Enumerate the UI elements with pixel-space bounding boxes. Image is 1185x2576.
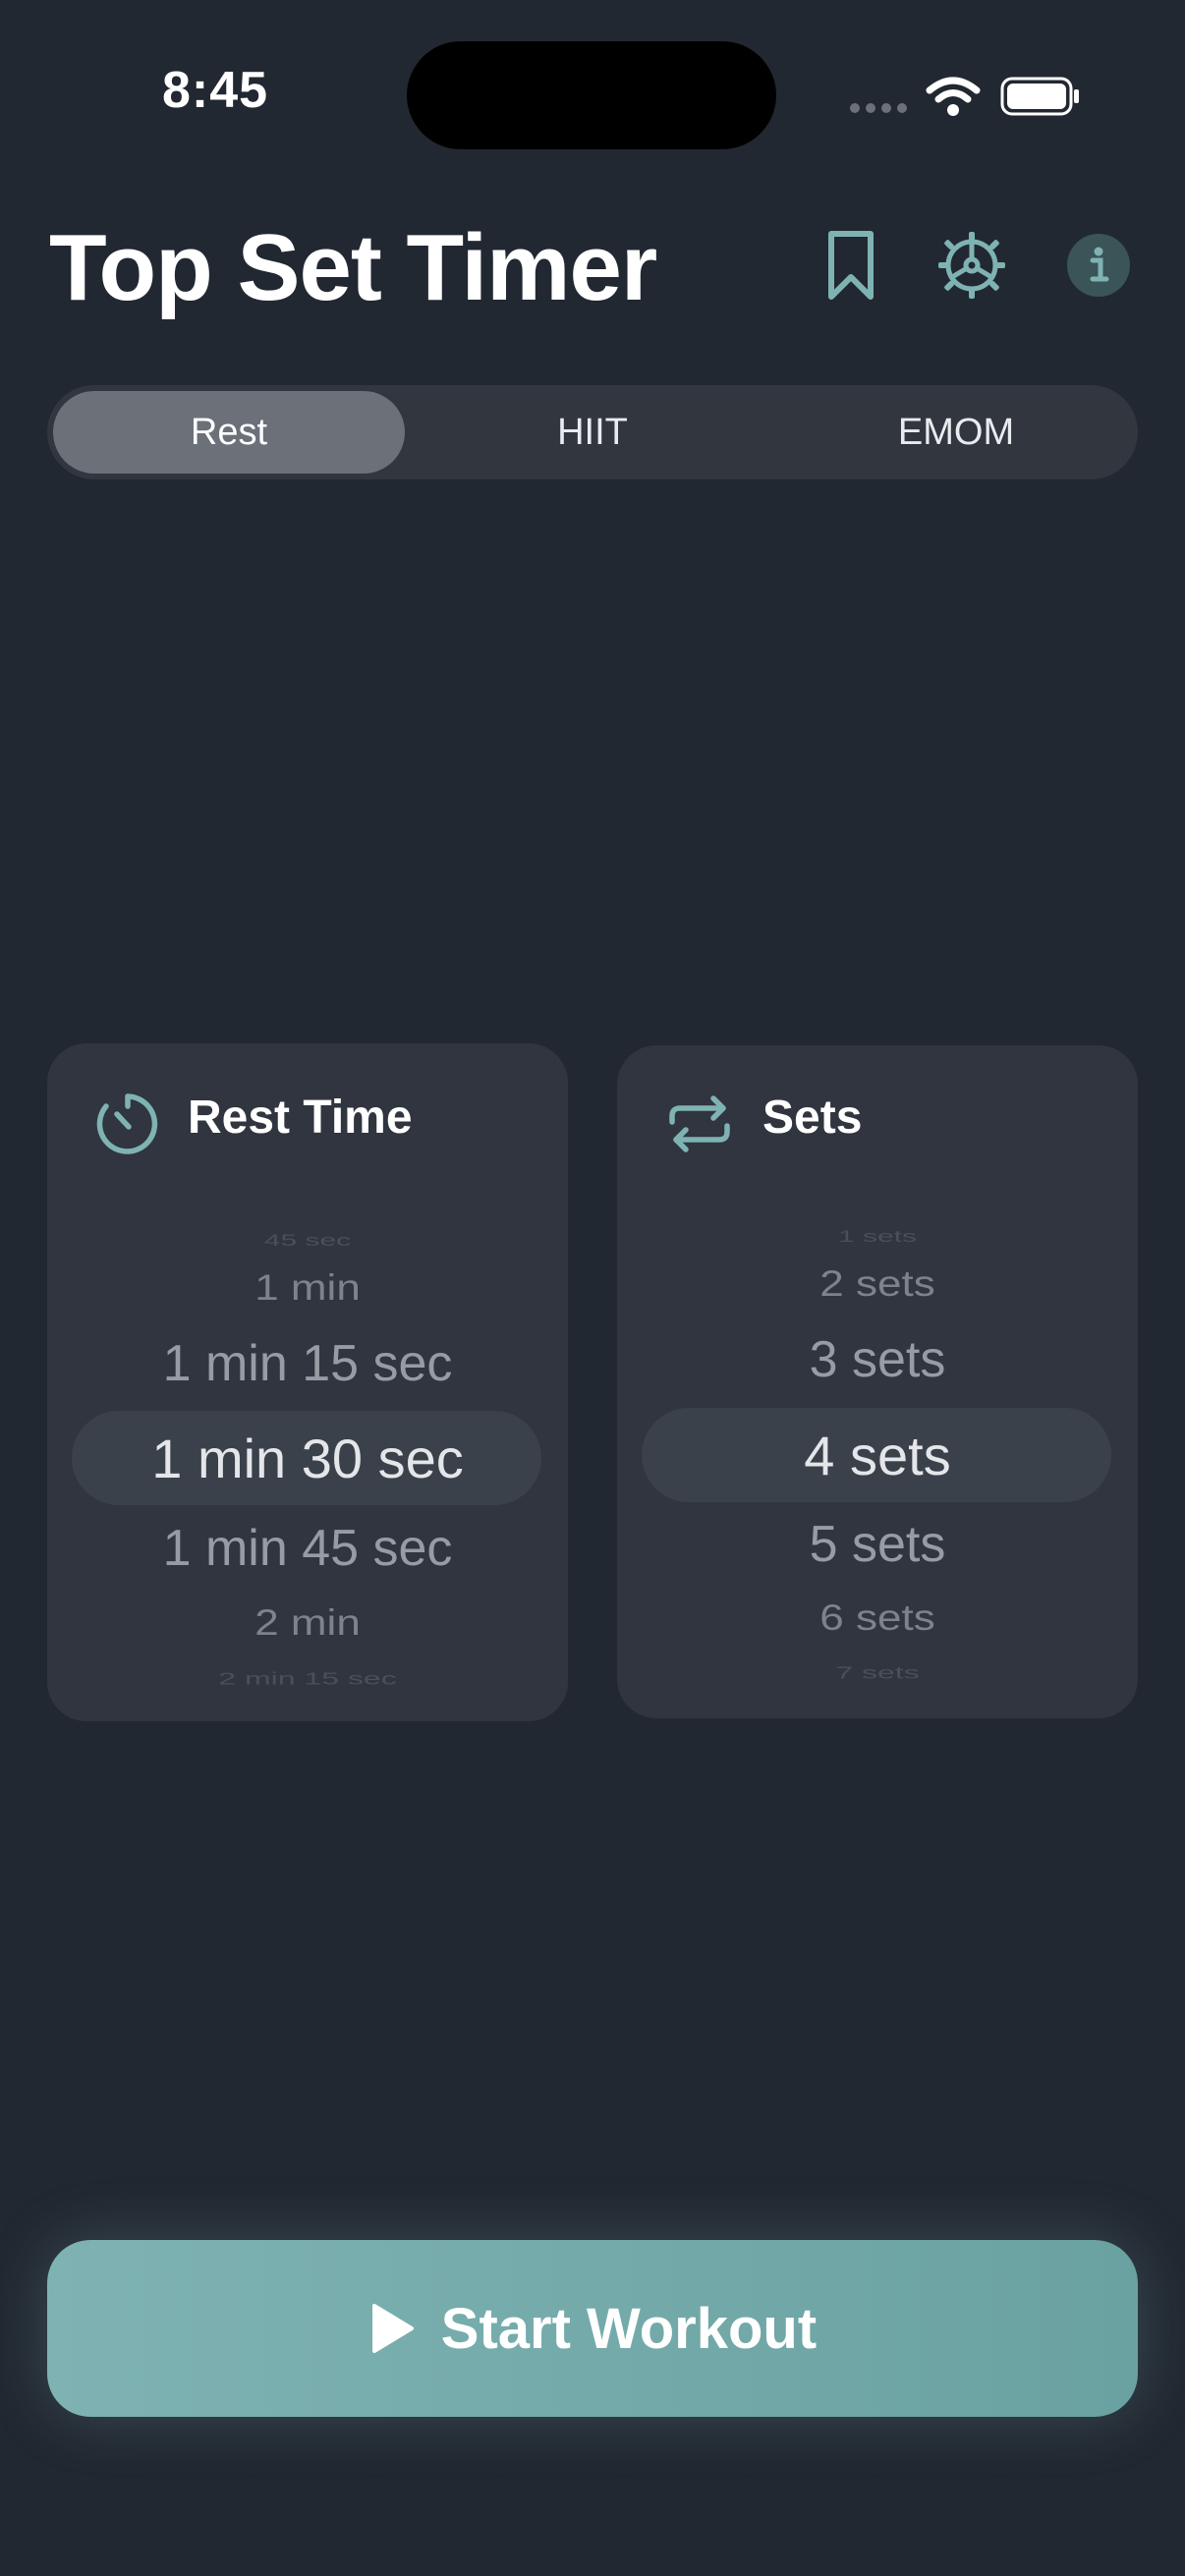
sets-option[interactable]: 5 sets [642, 1515, 1113, 1574]
rest-option[interactable]: 45 sec [72, 1232, 543, 1251]
start-workout-label: Start Workout [440, 2296, 818, 2361]
app-title: Top Set Timer [49, 215, 657, 320]
cellular-signal-icon [850, 103, 907, 113]
rest-time-title: Rest Time [188, 1092, 413, 1144]
sets-option[interactable]: 7 sets [642, 1662, 1113, 1682]
sets-option[interactable]: 3 sets [642, 1330, 1113, 1389]
status-time: 8:45 [162, 62, 269, 119]
rest-option[interactable]: 2 min [72, 1602, 543, 1645]
timer-icon [96, 1093, 158, 1154]
battery-icon [1000, 77, 1079, 116]
rest-option-selected[interactable]: 1 min 30 sec [72, 1427, 543, 1490]
screen: 8:45 Top Set Timer Rest HIIT EMOM 45 sec… [0, 0, 1185, 2576]
wifi-icon [926, 77, 981, 116]
tab-emom[interactable]: EMOM [780, 391, 1132, 474]
sets-option[interactable]: 6 sets [642, 1597, 1113, 1640]
dynamic-island [407, 41, 776, 149]
gear-icon[interactable] [931, 224, 1013, 307]
bookmark-icon[interactable] [810, 224, 892, 307]
mode-segmented-control: Rest HIIT EMOM [47, 385, 1138, 479]
start-workout-button[interactable]: Start Workout [47, 2240, 1138, 2417]
info-icon[interactable] [1057, 224, 1140, 307]
tab-hiit[interactable]: HIIT [417, 391, 768, 474]
play-icon [371, 2304, 414, 2353]
tab-rest[interactable]: Rest [53, 391, 405, 474]
sets-option[interactable]: 2 sets [642, 1263, 1113, 1306]
rest-option[interactable]: 1 min [72, 1267, 543, 1310]
rest-option[interactable]: 1 min 45 sec [72, 1519, 543, 1578]
sets-option[interactable]: 1 sets [642, 1228, 1113, 1247]
sets-option-selected[interactable]: 4 sets [642, 1424, 1113, 1487]
repeat-icon [669, 1095, 730, 1152]
sets-title: Sets [762, 1092, 863, 1144]
rest-option[interactable]: 1 min 15 sec [72, 1334, 543, 1393]
rest-option[interactable]: 2 min 15 sec [72, 1668, 543, 1688]
